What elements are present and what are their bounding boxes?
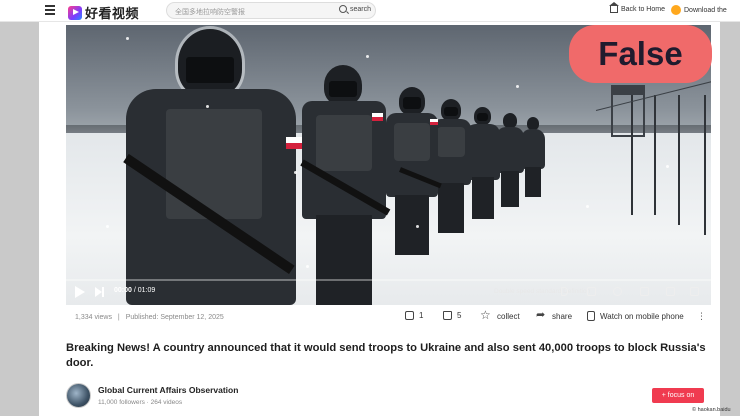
follower-count: 11,000 followers [98, 399, 145, 406]
watchtower [611, 85, 645, 137]
search-input[interactable]: 全国多地拉响防空警报 search [166, 2, 376, 19]
stats-dot: · [146, 399, 149, 406]
publish-date: Published: September 12, 2025 [125, 314, 224, 321]
video-count: 264 videos [150, 399, 183, 406]
fact-check-badge: False [569, 25, 712, 83]
download-label: Download the [684, 6, 727, 14]
like-button[interactable]: 5 [443, 311, 461, 320]
thumbs-up-icon [443, 311, 452, 320]
play-icon[interactable] [75, 286, 85, 298]
top-bar: 好看视频 全国多地拉响防空警报 search Back to Home Down… [0, 0, 740, 22]
collect-button[interactable]: collect [480, 308, 520, 322]
site-logo[interactable]: 好看视频 [68, 3, 139, 22]
comment-count: 1 [419, 311, 424, 320]
home-icon [609, 2, 619, 13]
view-count: 1,334 views [75, 314, 112, 321]
back-home-link[interactable]: Back to Home [609, 2, 665, 13]
time-total: 01:09 [137, 287, 156, 294]
search-icon [338, 5, 347, 13]
back-home-label: Back to Home [621, 6, 665, 13]
channel-stats: 11,000 followers · 264 videos [98, 399, 298, 406]
settings-icon[interactable] [613, 287, 622, 296]
player-controls: 00:00 / 01:09 Double speed standard Defi… [66, 284, 711, 300]
watch-mobile-button[interactable]: Watch on mobile phone [587, 311, 684, 321]
star-icon [480, 308, 492, 322]
video-meta: 1,334 views | Published: September 12, 2… [75, 314, 228, 321]
time-current: 00:00 [114, 287, 132, 294]
download-app-link[interactable]: Download the [671, 5, 727, 15]
channel-avatar[interactable] [66, 383, 91, 408]
video-title: Breaking News! A country announced that … [66, 342, 706, 369]
search-placeholder: 全国多地拉响防空警报 [175, 9, 245, 16]
speed-button[interactable]: Double speed [494, 288, 534, 295]
channel-name[interactable]: Global Current Affairs Observation [98, 385, 298, 395]
search-button-label: search [349, 5, 371, 13]
like-count: 5 [457, 311, 462, 320]
screenshot-icon[interactable] [666, 287, 675, 296]
progress-bar[interactable] [66, 279, 711, 281]
fullscreen-icon[interactable] [690, 287, 699, 296]
menu-icon[interactable] [45, 5, 55, 15]
watch-mobile-label: Watch on mobile phone [600, 311, 684, 321]
playback-time: 00:00 / 01:09 [114, 287, 155, 294]
subtitle-icon[interactable] [587, 287, 596, 296]
source-credit: © haokan.baidu [692, 407, 731, 413]
comment-button[interactable]: 1 [405, 311, 423, 320]
time-separator: / [133, 287, 136, 294]
share-label: share [552, 311, 573, 321]
next-icon[interactable] [95, 287, 104, 297]
more-options-icon[interactable]: ⋮ [697, 312, 706, 322]
download-icon [671, 5, 681, 15]
search-button[interactable]: search [338, 5, 371, 13]
share-icon [536, 308, 547, 321]
comment-icon [405, 311, 414, 320]
follow-button[interactable]: + focus on [652, 388, 704, 403]
share-button[interactable]: share [536, 308, 573, 321]
logo-play-icon [68, 5, 82, 20]
logo-text: 好看视频 [85, 7, 140, 22]
volume-icon[interactable] [561, 287, 568, 296]
pip-icon[interactable] [640, 287, 649, 296]
meta-separator: | [117, 314, 120, 321]
collect-label: collect [497, 312, 520, 321]
phone-icon [587, 311, 595, 321]
